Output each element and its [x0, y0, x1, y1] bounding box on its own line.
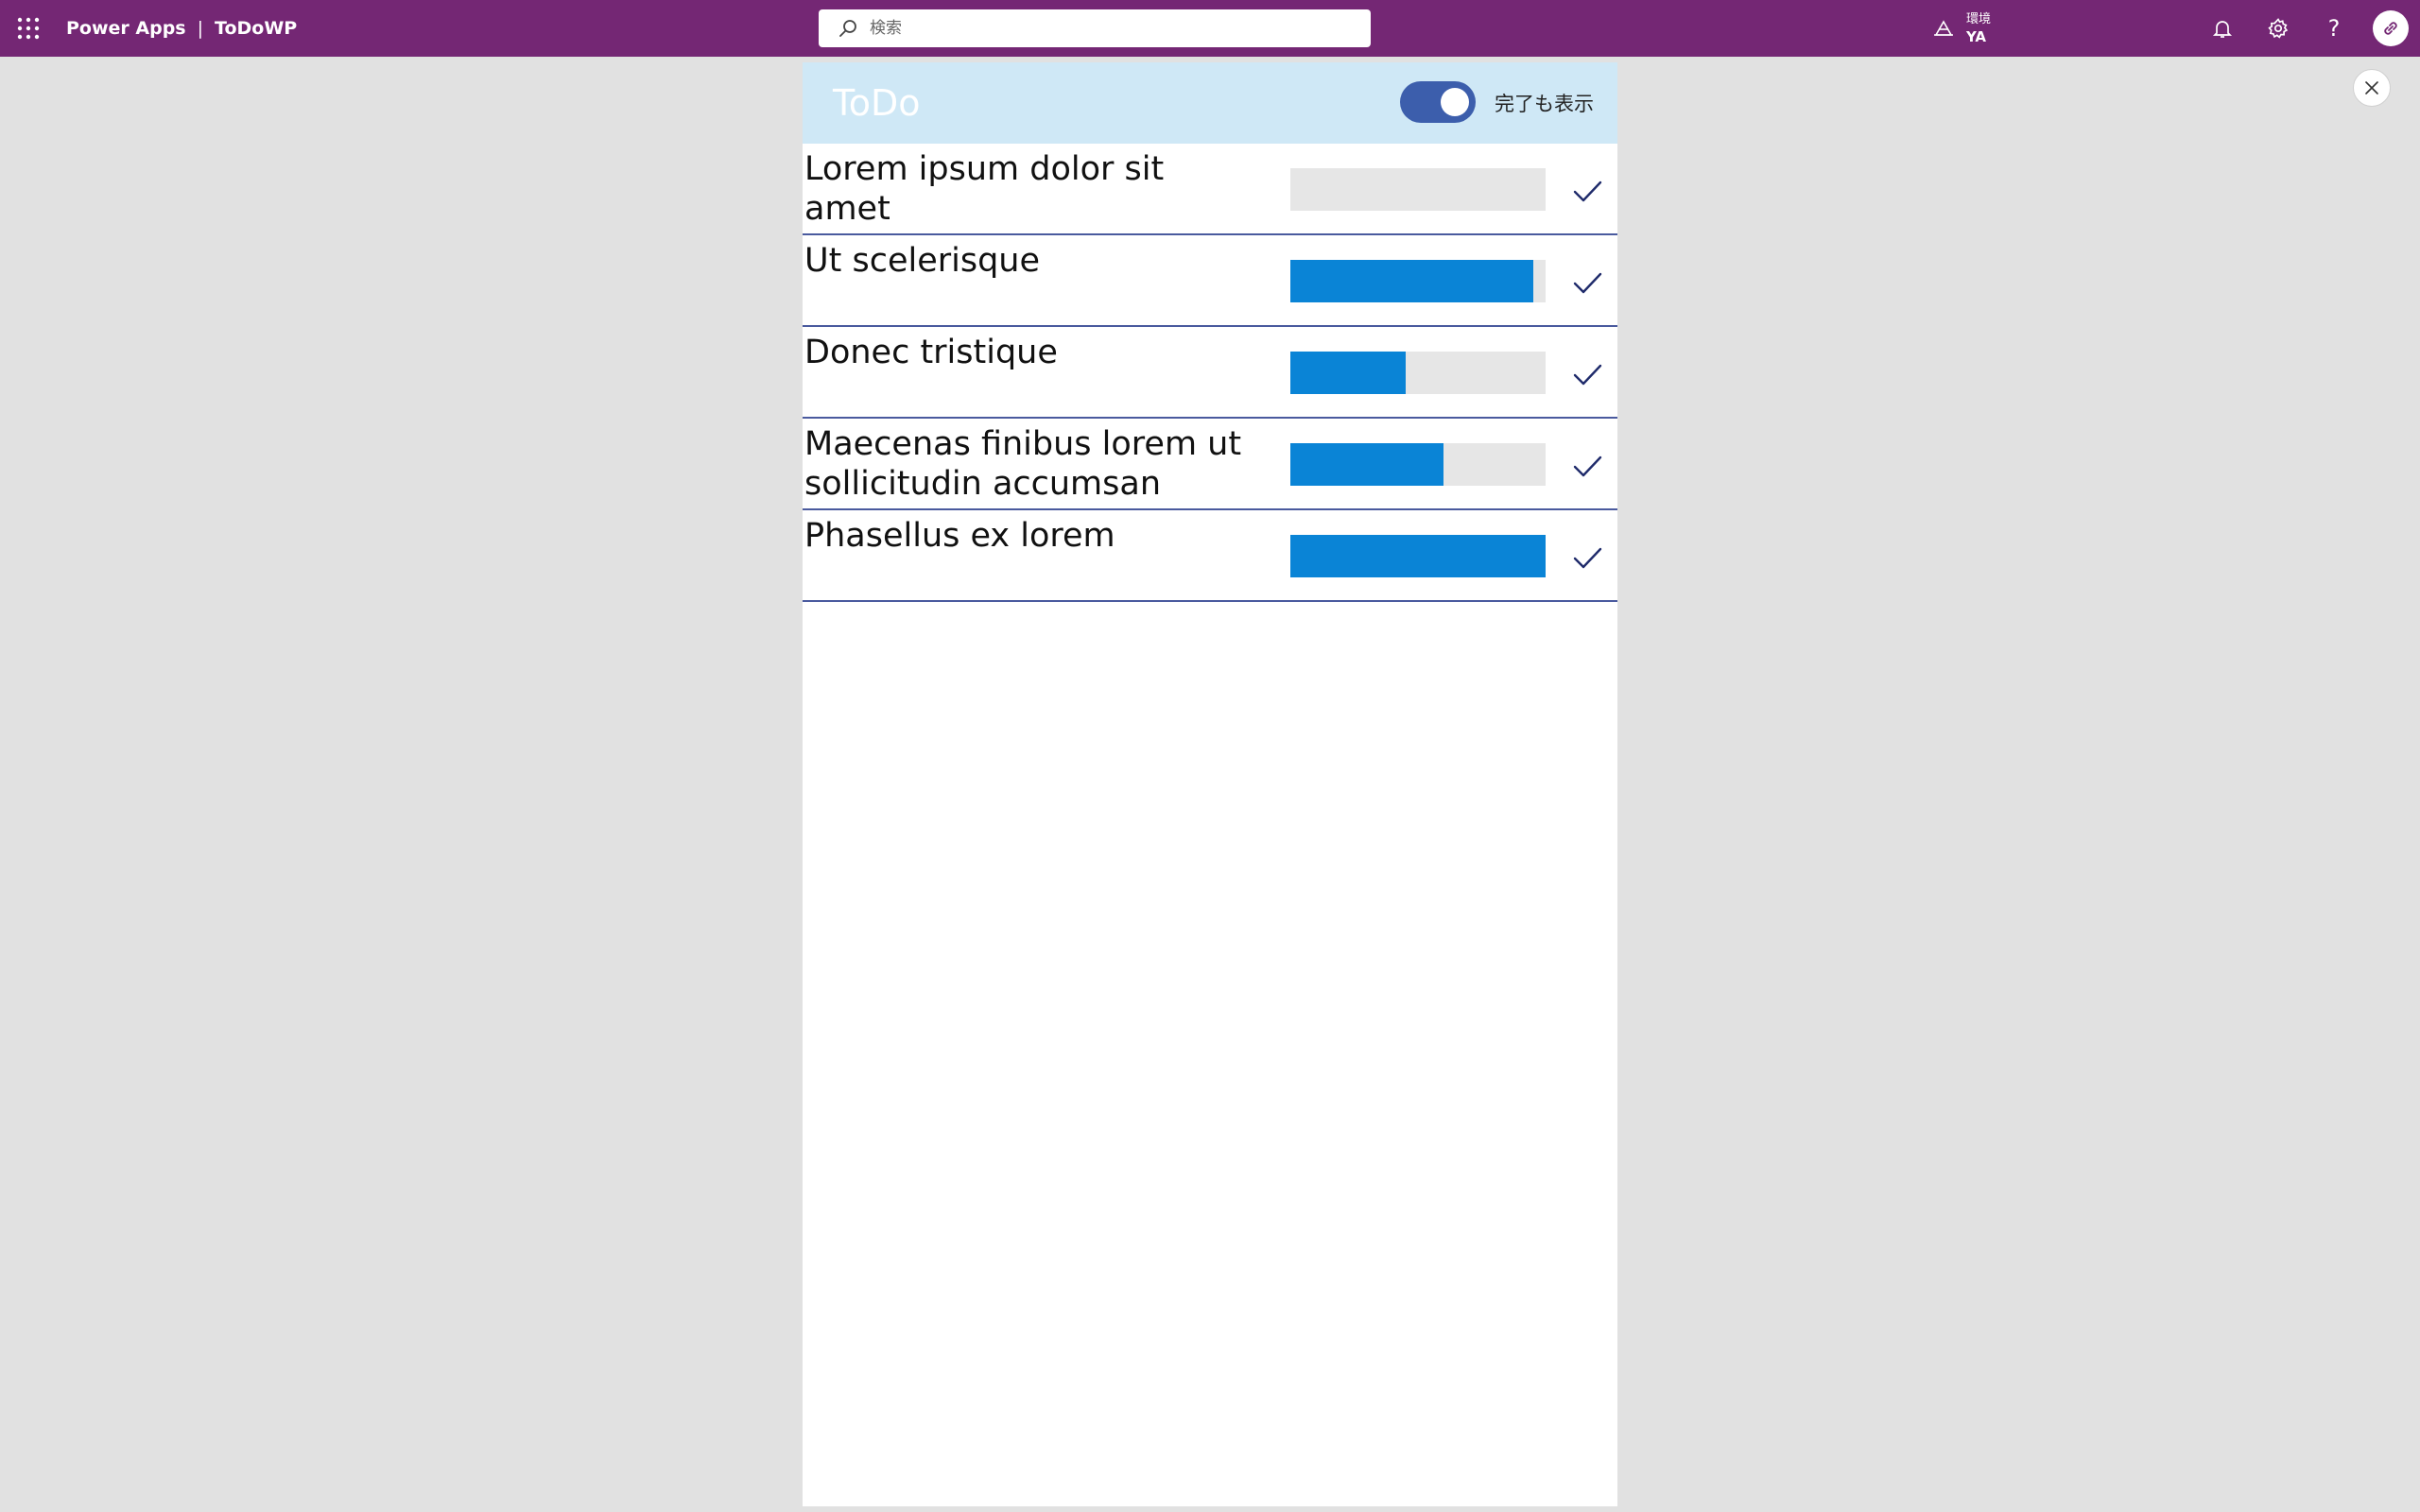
todo-item[interactable]: Lorem ipsum dolor sit amet	[803, 144, 1617, 235]
search-input[interactable]	[870, 19, 1361, 38]
todo-item[interactable]: Maecenas finibus lorem ut sollicitudin a…	[803, 419, 1617, 510]
todo-item[interactable]: Phasellus ex lorem	[803, 510, 1617, 602]
app-title: ToDo	[833, 82, 921, 124]
product-name[interactable]: Power Apps	[66, 18, 186, 39]
breadcrumb-separator: |	[197, 18, 204, 39]
progress-bar	[1290, 352, 1546, 394]
check-icon[interactable]	[1570, 357, 1604, 391]
environment-picker[interactable]: 環境 YA	[1932, 6, 1991, 51]
check-icon[interactable]	[1570, 174, 1604, 208]
show-completed-toggle[interactable]	[1400, 81, 1476, 123]
progress-fill	[1290, 352, 1406, 394]
show-completed-label: 完了も表示	[1495, 93, 1594, 115]
search-box[interactable]	[819, 9, 1371, 47]
close-icon	[2365, 81, 2378, 94]
progress-fill	[1290, 443, 1443, 486]
todo-item[interactable]: Ut scelerisque	[803, 235, 1617, 327]
avatar[interactable]	[2373, 10, 2409, 46]
todo-item-title: Maecenas finibus lorem ut sollicitudin a…	[804, 425, 1242, 503]
bell-icon[interactable]	[2208, 14, 2237, 43]
progress-bar	[1290, 260, 1546, 302]
progress-bar	[1290, 535, 1546, 577]
todo-list: Lorem ipsum dolor sit amet Ut scelerisqu…	[803, 144, 1617, 602]
environment-value: YA	[1966, 28, 1987, 45]
avatar-link-icon	[2384, 22, 2397, 35]
top-header-bar: Power Apps | ToDoWP 環境 YA	[0, 0, 2420, 57]
environment-label: 環境	[1966, 12, 1992, 26]
app-canvas: ToDo 完了も表示 Lorem ipsum dolor sit amet Ut…	[803, 62, 1617, 1506]
progress-fill	[1290, 535, 1546, 577]
app-document-name: ToDoWP	[215, 18, 298, 39]
todo-item[interactable]: Donec tristique	[803, 327, 1617, 419]
progress-bar	[1290, 168, 1546, 211]
check-icon[interactable]	[1570, 541, 1604, 575]
progress-bar	[1290, 443, 1546, 486]
todo-item-title: Phasellus ex lorem	[804, 517, 1115, 555]
help-glyph: ?	[2327, 15, 2341, 42]
toggle-knob	[1441, 88, 1469, 116]
progress-fill	[1290, 260, 1533, 302]
gear-icon[interactable]	[2264, 14, 2292, 43]
environment-icon	[1934, 20, 1953, 36]
todo-item-title: Donec tristique	[804, 334, 1058, 371]
check-icon[interactable]	[1570, 449, 1604, 483]
help-icon[interactable]: ?	[2320, 14, 2348, 43]
close-button[interactable]	[2353, 69, 2391, 107]
app-breadcrumb: Power Apps | ToDoWP	[66, 0, 297, 57]
app-header: ToDo 完了も表示	[803, 62, 1617, 144]
search-icon	[839, 20, 856, 37]
check-icon[interactable]	[1570, 266, 1604, 300]
todo-item-title: Ut scelerisque	[804, 242, 1041, 280]
waffle-icon[interactable]	[16, 16, 41, 41]
todo-item-title: Lorem ipsum dolor sit amet	[804, 150, 1165, 228]
